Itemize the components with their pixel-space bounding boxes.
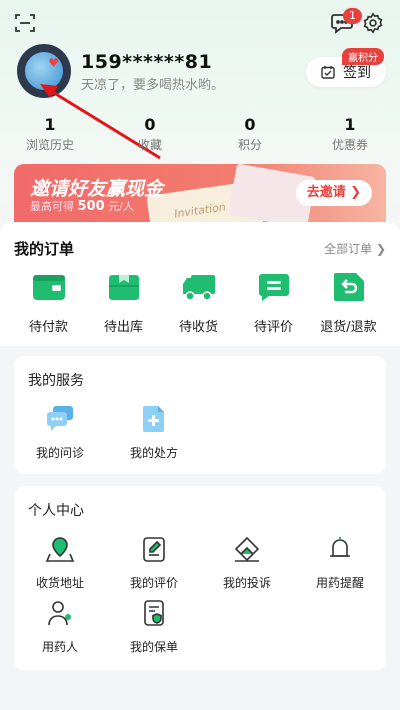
stat-label: 浏览历史 <box>25 138 74 152</box>
personal-center-title: 个人中心 <box>28 503 84 519</box>
personal-label: 我的投诉 <box>222 576 271 590</box>
personal-label: 收货地址 <box>35 576 84 590</box>
wallet-icon <box>32 275 65 300</box>
stat-label: 积分 <box>237 138 262 152</box>
order-pending-receipt[interactable]: 待收货 <box>161 272 236 335</box>
stat-value: 0 <box>144 115 156 134</box>
stat-favorites[interactable]: 0 收藏 <box>100 116 200 153</box>
stat-history[interactable]: 1 浏览历史 <box>0 116 100 153</box>
all-orders-link[interactable]: 全部订单 ❯ <box>324 240 386 257</box>
personal-label: 用药人 <box>41 640 78 654</box>
gear-icon[interactable] <box>362 12 384 34</box>
greeting-tip: 天凉了，要多喝热水哟。 <box>81 78 225 93</box>
stat-label: 收藏 <box>137 138 162 152</box>
location-icon <box>45 537 75 562</box>
stat-value: 1 <box>344 115 356 134</box>
points-tag: 赢积分 <box>342 48 384 65</box>
my-complaints-item[interactable]: 我的投诉 <box>207 534 287 591</box>
order-pending-shipment[interactable]: 待出库 <box>86 272 161 335</box>
stat-value: 0 <box>244 115 256 134</box>
scan-icon[interactable] <box>14 12 36 34</box>
review-icon <box>143 537 165 562</box>
service-label: 我的处方 <box>129 446 178 460</box>
box-icon <box>108 275 139 300</box>
calendar-icon <box>321 66 335 79</box>
order-pending-review[interactable]: 待评价 <box>236 272 311 335</box>
patient-icon <box>48 601 71 626</box>
prescription-icon <box>143 406 164 432</box>
banner-sub-suffix: 元/人 <box>108 200 134 213</box>
order-returns[interactable]: 退货/退款 <box>311 272 386 335</box>
order-label: 待评价 <box>253 320 293 335</box>
orders-section: 我的订单 全部订单 ❯ 待付款 待出库 待收货 待评价 退货/退款 <box>0 222 400 346</box>
invite-button[interactable]: 去邀请 ❯ <box>296 180 372 206</box>
message-badge: 1 <box>343 8 362 24</box>
order-label: 待收货 <box>178 320 218 335</box>
complaint-icon <box>234 536 260 562</box>
bell-icon <box>330 537 350 557</box>
comment-icon <box>258 274 289 301</box>
address-item[interactable]: 收货地址 <box>20 534 100 591</box>
order-status-row: 待付款 待出库 待收货 待评价 退货/退款 <box>0 272 400 335</box>
policy-icon <box>144 600 164 626</box>
personal-label: 我的评价 <box>129 576 178 590</box>
top-bar: 1 <box>0 8 400 38</box>
banner-subtitle: 最高可得 500 元/人 <box>30 198 134 214</box>
order-label: 退货/退款 <box>320 320 377 335</box>
personal-label: 我的保单 <box>129 640 178 654</box>
my-policy-item[interactable]: 我的保单 <box>114 598 194 655</box>
heart-icon: ♥ <box>48 56 59 70</box>
user-phone: 159******81 <box>81 51 213 73</box>
globe-avatar-image: ♥ <box>25 52 63 90</box>
banner-sub-prefix: 最高可得 <box>30 200 74 213</box>
order-pending-payment[interactable]: 待付款 <box>11 272 86 335</box>
return-icon <box>333 273 364 301</box>
services-title: 我的服务 <box>28 373 84 389</box>
signin-label: 签到 <box>343 65 371 81</box>
orders-title: 我的订单 <box>14 240 75 258</box>
services-card: 我的服务 我的问诊 我的处方 <box>14 356 386 474</box>
my-reviews-item[interactable]: 我的评价 <box>114 534 194 591</box>
service-label: 我的问诊 <box>35 446 84 460</box>
service-prescription[interactable]: 我的处方 <box>114 404 194 461</box>
order-label: 待付款 <box>28 320 68 335</box>
personal-label: 用药提醒 <box>315 576 364 590</box>
stats-row: 1 浏览历史 0 收藏 0 积分 1 优惠券 <box>0 116 400 153</box>
personal-center-card: 个人中心 收货地址 我的评价 我的投诉 用药提醒 用药人 我的保单 <box>14 486 386 670</box>
stat-coupons[interactable]: 1 优惠券 <box>300 116 400 153</box>
banner-title: 邀请好友赢现金 <box>30 178 164 200</box>
order-label: 待出库 <box>103 320 143 335</box>
stat-points[interactable]: 0 积分 <box>200 116 300 153</box>
consultation-icon <box>47 406 73 431</box>
avatar[interactable]: ♥ <box>17 44 71 98</box>
banner-sub-amount: 500 <box>77 199 105 214</box>
medication-reminder-item[interactable]: 用药提醒 <box>300 534 380 591</box>
medication-user-item[interactable]: 用药人 <box>20 598 100 655</box>
truck-icon <box>182 275 215 301</box>
stat-label: 优惠券 <box>331 138 368 152</box>
service-consultation[interactable]: 我的问诊 <box>20 404 100 461</box>
stat-value: 1 <box>44 115 56 134</box>
